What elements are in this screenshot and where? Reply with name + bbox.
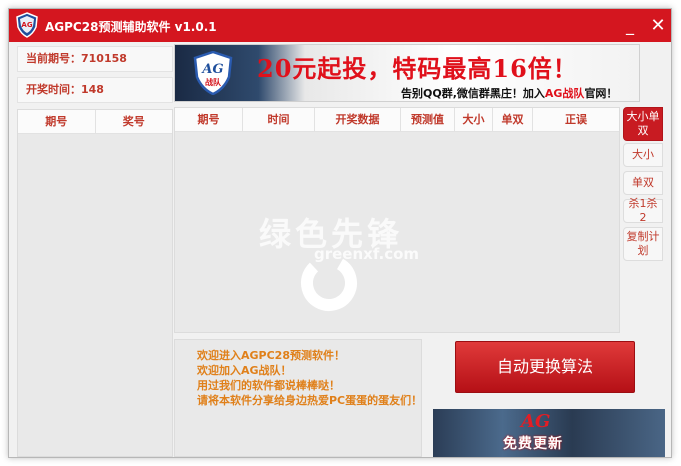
column-header-time[interactable]: 时间 xyxy=(243,108,315,131)
current-issue-label: 当前期号：710158 xyxy=(17,46,173,72)
auto-switch-algorithm-button[interactable]: 自动更换算法 xyxy=(455,341,635,393)
badge-text: AG xyxy=(200,62,223,77)
app-window: AG AGPC28预测辅助软件 v1.0.1 _ ✕ 当前期号：710158 开… xyxy=(8,8,672,458)
column-header-issue[interactable]: 期号 xyxy=(18,110,96,133)
window-title: AGPC28预测辅助软件 v1.0.1 xyxy=(45,20,217,34)
title-bar[interactable]: AG AGPC28预测辅助软件 v1.0.1 _ ✕ xyxy=(9,9,671,42)
message-line: 请将本软件分享给身边热爱PC蛋蛋的蛋友们！ xyxy=(197,394,423,407)
banner-subtitle: 告别QQ群,微信群黑庄！加入AG战队官网！ xyxy=(401,85,617,101)
column-header-draw-data[interactable]: 开奖数据 xyxy=(315,108,401,131)
minimize-button[interactable]: _ xyxy=(619,15,641,37)
banner-sub-prefix: 告别QQ群,微信群黑庄！加入 xyxy=(401,87,545,100)
tab-kill-1-kill-2[interactable]: 杀1杀2 xyxy=(623,197,663,224)
free-update-ad-banner[interactable]: AG 免费更新 xyxy=(433,409,665,457)
tab-odd-even[interactable]: 单双 xyxy=(623,171,663,195)
ad-text: 免费更新 xyxy=(503,436,563,452)
ag-team-badge-icon: AG 战队 xyxy=(193,51,233,95)
message-line: 用过我们的软件都说棒棒哒！ xyxy=(197,379,340,392)
column-header-right-wrong[interactable]: 正误 xyxy=(533,108,619,131)
column-header-number[interactable]: 奖号 xyxy=(96,110,173,133)
badge-subtext: 战队 xyxy=(205,77,222,87)
tab-big-small[interactable]: 大小 xyxy=(623,143,663,167)
ag-shield-logo-icon: AG xyxy=(16,12,38,38)
banner-sub-highlight: AG战队 xyxy=(544,87,585,100)
history-table-header: 期号 奖号 xyxy=(18,110,172,134)
banner-slogan: 20元起投，特码最高16倍！ xyxy=(257,54,578,83)
close-button[interactable]: ✕ xyxy=(647,15,669,37)
prediction-table-header: 期号 时间 开奖数据 预测值 大小 单双 正误 xyxy=(175,108,619,132)
column-header-issue[interactable]: 期号 xyxy=(175,108,243,131)
welcome-messages: 欢迎进入AGPC28预测软件！ 欢迎加入AG战队！ 用过我们的软件都说棒棒哒！ … xyxy=(174,339,422,457)
watermark-url: greenxf.com xyxy=(314,245,420,263)
svg-text:AG: AG xyxy=(21,21,32,29)
promo-banner[interactable]: AG 战队 20元起投，特码最高16倍！ 告别QQ群,微信群黑庄！加入AG战队官… xyxy=(174,44,640,102)
history-table: 期号 奖号 xyxy=(17,109,173,457)
column-header-prediction[interactable]: 预测值 xyxy=(401,108,455,131)
tab-big-small-odd-even[interactable]: 大小单双 xyxy=(623,107,663,141)
draw-time-label: 开奖时间：148 xyxy=(17,77,173,103)
message-line: 欢迎加入AG战队！ xyxy=(197,364,292,377)
column-header-big-small[interactable]: 大小 xyxy=(455,108,493,131)
banner-sub-suffix: 官网！ xyxy=(584,87,618,100)
message-line: 欢迎进入AGPC28预测软件！ xyxy=(197,349,345,362)
column-header-odd-even[interactable]: 单双 xyxy=(493,108,533,131)
tab-copy-plan[interactable]: 复制计划 xyxy=(623,227,663,261)
ad-brand: AG xyxy=(521,411,551,432)
